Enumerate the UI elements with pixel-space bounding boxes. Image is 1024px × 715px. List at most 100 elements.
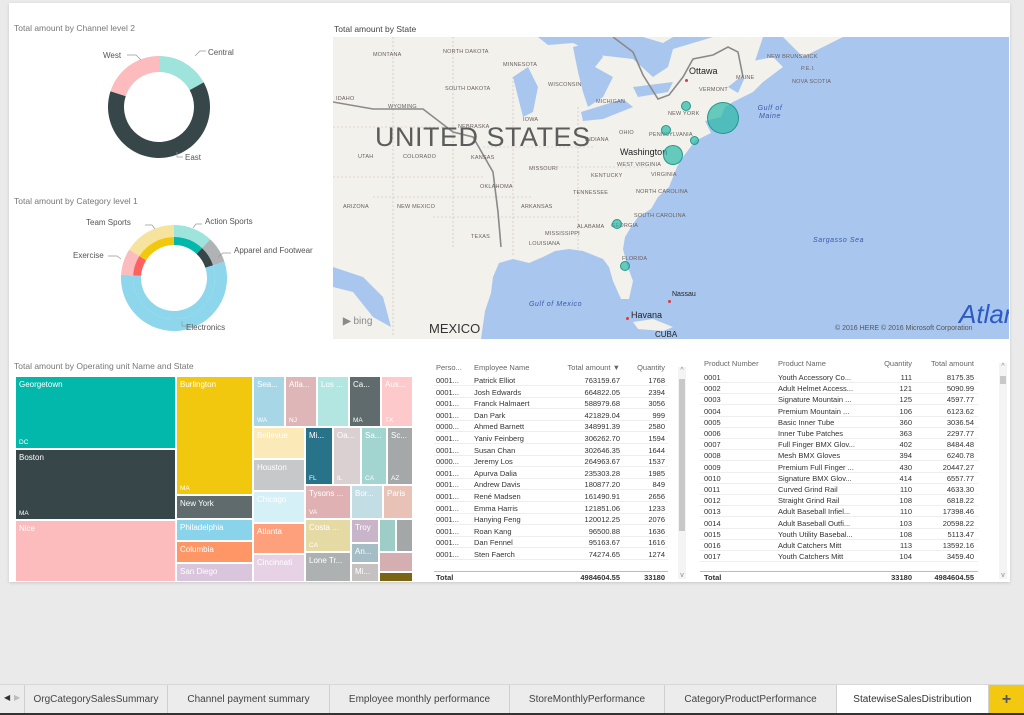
treemap-tile[interactable]: Cincinnati [253,554,305,582]
treemap-tile[interactable]: Boston MA [15,449,176,520]
table-row[interactable]: 0004 Premium Mountain ... 106 6123.62 [700,406,978,417]
treemap-tile[interactable]: Troy [351,519,379,543]
treemap-tile[interactable] [379,519,396,552]
column-header[interactable]: Perso... [436,363,470,372]
table-row[interactable]: 0016 Adult Catchers Mitt 113 13592.16 [700,540,978,551]
treemap-tile[interactable]: Atla... NJ [285,376,317,427]
scroll-thumb[interactable] [1000,376,1006,384]
treemap-tile[interactable]: Aus... TX [381,376,413,427]
treemap-tile[interactable]: Burlington MA [176,376,253,495]
table-row[interactable]: 0015 Youth Utility Basebal... 108 5113.47 [700,529,978,540]
treemap-tile[interactable]: Sea... WA [253,376,285,427]
treemap-tile[interactable]: Ca... MA [349,376,381,427]
table-row[interactable]: 0001... Franck Halmaert 588979.68 3056 [434,398,668,410]
treemap-tile[interactable]: Bor... [351,485,383,519]
table-row[interactable]: 0014 Adult Baseball Outfi... 103 20598.22 [700,518,978,529]
tab-store-monthly-performance[interactable]: StoreMonthlyPerformance [510,685,665,714]
employee-table-scrollbar[interactable]: ^ v [678,367,686,579]
column-header[interactable]: Total amount ▼ [542,363,620,372]
add-page-button[interactable]: + [989,685,1024,714]
scroll-down-icon[interactable]: v [678,572,686,579]
treemap-tile[interactable]: Los ... [317,376,349,427]
table-row[interactable]: 0012 Straight Grind Rail 108 6818.22 [700,495,978,507]
scroll-down-icon[interactable]: v [999,572,1007,579]
scroll-up-icon[interactable]: ^ [999,363,1007,370]
table-row[interactable]: 0001... Sten Faerch 74274.65 1274 [434,549,668,560]
treemap-tile[interactable]: Paris [383,485,413,519]
table-total-cell: 33180 [644,573,665,582]
table-row[interactable]: 0000... Jeremy Los 264963.67 1537 [434,456,668,468]
tab-channel-payment-summary[interactable]: Channel payment summary [168,685,330,714]
treemap-tile[interactable]: New York [176,495,253,519]
scroll-thumb[interactable] [679,379,685,531]
table-row[interactable]: 0011 Curved Grind Rail 110 4633.30 [700,484,978,495]
tab-org-category-sales-summary[interactable]: OrgCategorySalesSummary [24,685,168,714]
table-row[interactable]: 0001... Dan Fennel 95163.67 1616 [434,537,668,549]
table-row[interactable]: 0003 Signature Mountain ... 125 4597.77 [700,394,978,406]
table-row[interactable]: 0001... Apurva Dalia 235303.28 1985 [434,468,668,479]
treemap-tile[interactable]: Sa... CA [361,427,387,485]
treemap-tile[interactable]: Philadelphia [176,519,253,541]
treemap-tile[interactable] [379,572,413,582]
table-row[interactable]: 0001... Susan Chan 302646.35 1644 [434,445,668,456]
column-header[interactable]: Product Name [778,359,868,368]
treemap-tile[interactable]: Lone Tr... [305,552,351,582]
treemap-tile[interactable]: Bellevue [253,427,305,459]
prev-page-icon[interactable]: ◀ [4,693,10,702]
tab-statewise-sales-distribution[interactable]: StatewiseSalesDistribution [837,685,989,714]
table-row[interactable]: 0001... Josh Edwards 664822.05 2394 [434,387,668,398]
treemap-tile[interactable]: Atlanta [253,523,305,554]
map-bubble-pa[interactable] [661,125,671,135]
table-row[interactable]: 0001... Andrew Davis 180877.20 849 [434,479,668,491]
map-bubble-ma[interactable] [707,102,739,134]
treemap-tile[interactable]: Houston [253,459,305,491]
treemap-tile[interactable]: Columbia [176,541,253,563]
map-bubble-dc[interactable] [663,145,683,165]
treemap-tile[interactable]: Sc... AZ [387,427,413,485]
column-header[interactable]: Total amount [912,359,974,368]
table-row[interactable]: 0005 Basic Inner Tube 360 3036.54 [700,417,978,428]
treemap-tile[interactable]: San Diego [176,563,253,582]
treemap-tile[interactable]: Chicago [253,491,305,523]
table-row[interactable]: 0007 Full Finger BMX Glov... 402 8484.48 [700,439,978,451]
treemap-tile[interactable] [396,519,413,552]
table-row[interactable]: 0001... René Madsen 161490.91 2656 [434,491,668,502]
table-row[interactable]: 0001... Dan Park 421829.04 999 [434,410,668,421]
treemap-tile[interactable] [379,552,413,572]
treemap-tile[interactable]: Costa ... CA [305,519,351,552]
table-row[interactable]: 0013 Adult Baseball Infiel... 110 17398.46 [700,506,978,518]
table-row[interactable]: 0001... Hanying Feng 120012.25 2076 [434,514,668,526]
table-row[interactable]: 0017 Youth Catchers Mitt 104 3459.40 [700,551,978,563]
next-page-icon[interactable]: ▶ [14,693,20,702]
column-header[interactable]: Quantity [620,363,665,372]
table-row[interactable]: 0010 Signature BMX Glov... 414 6557.77 [700,473,978,484]
state-map[interactable]: MONTANA NORTH DAKOTA MINNESOTA SOUTH DAK… [333,37,1009,339]
treemap-tile[interactable]: Nice [15,520,176,582]
map-bubble-ga[interactable] [612,219,622,229]
tab-category-product-performance[interactable]: CategoryProductPerformance [665,685,837,714]
map-bubble-fl[interactable] [620,261,630,271]
table-row[interactable]: 0001 Youth Accessory Co... 111 8175.35 [700,372,978,383]
table-row[interactable]: 0001... Patrick Elliot 763159.67 1768 [434,375,668,386]
map-bubble-nj[interactable] [690,136,699,145]
table-row[interactable]: 0000... Ahmed Barnett 348991.39 2580 [434,421,668,433]
column-header[interactable]: Quantity [868,359,912,368]
table-row[interactable]: 0002 Adult Helmet Access... 121 5090.99 [700,383,978,395]
column-header[interactable]: Product Number [704,359,774,368]
treemap-tile[interactable]: Oa... IL [333,427,361,485]
treemap-tile[interactable]: An... [351,543,379,563]
table-row[interactable]: 0008 Mesh BMX Gloves 394 6240.78 [700,450,978,462]
treemap-tile[interactable]: Tysons ... VA [305,485,351,519]
table-row[interactable]: 0006 Inner Tube Patches 363 2297.77 [700,428,978,439]
tab-employee-monthly-performance[interactable]: Employee monthly performance [330,685,510,714]
product-table-scrollbar[interactable]: ^ v [999,363,1007,579]
table-row[interactable]: 0001... Yaniv Feinberg 306262.70 1594 [434,433,668,444]
treemap-tile[interactable]: Mi... FL [305,427,333,485]
table-row[interactable]: 0009 Premium Full Finger ... 430 20447.27 [700,462,978,473]
treemap-tile[interactable]: Mi... [351,563,379,582]
table-row[interactable]: 0001... Emma Harris 121851.06 1233 [434,503,668,514]
map-bubble-ny[interactable] [681,101,691,111]
treemap-tile[interactable]: Georgetown DC [15,376,176,449]
table-row[interactable]: 0001... Roan Kang 96500.88 1636 [434,526,668,537]
scroll-up-icon[interactable]: ^ [678,367,686,374]
